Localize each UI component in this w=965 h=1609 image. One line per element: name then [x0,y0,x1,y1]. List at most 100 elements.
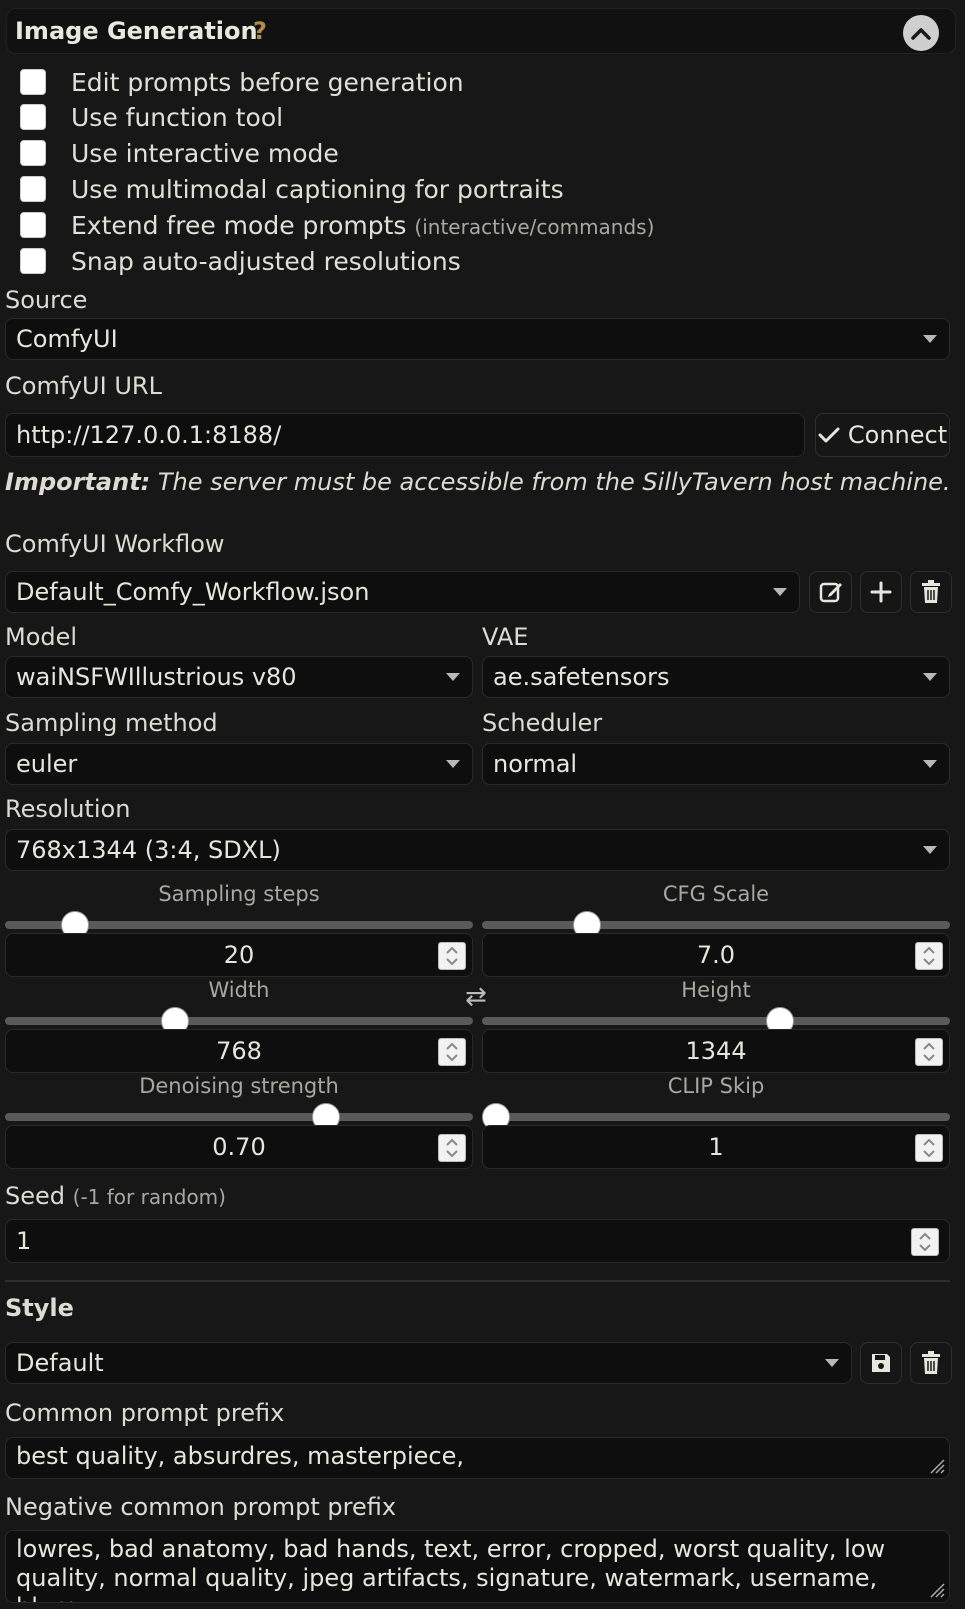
denoise-label: Denoising strength [139,1074,339,1098]
function-tool-checkbox[interactable] [20,104,46,130]
checkbox-row-multimodal[interactable]: Use multimodal captioning for portraits [20,172,564,206]
checkbox-label: Edit prompts before generation [71,67,464,97]
chevron-up-icon[interactable] [903,15,939,51]
clip-label: CLIP Skip [667,1074,765,1098]
negative-value: lowres, bad anatomy, bad hands, text, er… [16,1535,886,1602]
snap-resolutions-checkbox[interactable] [20,248,46,274]
vae-select[interactable]: ae.safetensors [482,656,950,698]
checkbox-label: Use interactive mode [71,138,339,168]
sampler-label: Sampling method [5,709,218,737]
model-value: waiNSFWIllustrious v80 [16,663,297,691]
delete-workflow-button[interactable] [910,571,952,613]
checkbox-label: Use function tool [71,102,284,132]
help-icon[interactable]: ? [253,17,267,45]
style-heading: Style [5,1294,74,1322]
steps-value: 20 [223,941,255,969]
connect-label: Connect [847,421,948,449]
resolution-select[interactable]: 768x1344 (3:4, SDXL) [5,829,950,871]
model-select[interactable]: waiNSFWIllustrious v80 [5,656,473,698]
spinner-icon[interactable] [438,942,466,970]
checkbox-row-snap-resolutions[interactable]: Snap auto-adjusted resolutions [20,244,461,278]
plus-icon [870,581,892,603]
chevron-down-icon [923,846,937,854]
chevron-down-icon [773,588,787,596]
steps-input[interactable]: 20 [5,933,473,977]
chevron-down-icon [825,1359,839,1367]
check-icon [818,427,840,443]
resize-handle-icon[interactable] [927,1580,945,1598]
checkbox-hint: (interactive/commands) [414,214,655,239]
sampler-value: euler [16,750,78,778]
checkbox-row-extend-free-mode[interactable]: Extend free mode prompts (interactive/co… [20,208,654,242]
spinner-icon[interactable] [915,942,943,970]
chevron-down-icon [446,760,460,768]
style-select[interactable]: Default [5,1342,852,1384]
edit-workflow-button[interactable] [809,571,852,613]
width-slider[interactable] [5,1017,473,1025]
checkbox-row-edit-prompts[interactable]: Edit prompts before generation [20,65,464,99]
spinner-icon[interactable] [438,1134,466,1162]
prefix-label: Common prompt prefix [5,1399,285,1427]
section-header[interactable]: Image Generation ? [6,8,956,54]
chevron-down-icon [923,335,937,343]
workflow-label: ComfyUI Workflow [5,530,225,558]
url-input[interactable]: http://127.0.0.1:8188/ [5,413,805,457]
spinner-icon[interactable] [438,1038,466,1066]
spinner-icon[interactable] [911,1228,939,1256]
server-note: Important: The server must be accessible… [5,468,951,496]
vae-label: VAE [482,623,529,651]
url-value: http://127.0.0.1:8188/ [16,421,282,449]
checkbox-label: Use multimodal captioning for portraits [71,174,564,204]
workflow-select[interactable]: Default_Comfy_Workflow.json [5,571,800,613]
checkbox-row-function-tool[interactable]: Use function tool [20,100,283,134]
negative-textarea[interactable]: lowres, bad anatomy, bad hands, text, er… [5,1530,950,1603]
edit-icon [819,582,842,603]
source-select[interactable]: ComfyUI [5,318,950,360]
extend-free-mode-checkbox[interactable] [20,212,46,238]
checkbox-label: Snap auto-adjusted resolutions [71,246,461,276]
denoise-input[interactable]: 0.70 [5,1125,473,1169]
divider [5,1280,950,1282]
save-style-button[interactable] [860,1342,902,1384]
resize-handle-icon[interactable] [927,1456,945,1474]
height-slider[interactable] [482,1017,950,1025]
height-value: 1344 [685,1037,747,1065]
seed-hint: (-1 for random) [72,1185,226,1209]
clip-slider[interactable] [482,1113,950,1121]
multimodal-captioning-checkbox[interactable] [20,176,46,202]
resolution-value: 768x1344 (3:4, SDXL) [16,836,281,864]
note-text: The server must be accessible from the S… [150,468,951,496]
clip-input[interactable]: 1 [482,1125,950,1169]
source-label: Source [5,286,88,314]
trash-icon [922,580,940,603]
add-workflow-button[interactable] [860,571,902,613]
scheduler-value: normal [493,750,578,778]
resolution-label: Resolution [5,795,131,823]
width-input[interactable]: 768 [5,1029,473,1073]
trash-icon [922,1351,940,1374]
source-value: ComfyUI [16,325,118,353]
style-value: Default [16,1349,104,1377]
sampler-select[interactable]: euler [5,743,473,785]
checkbox-row-interactive-mode[interactable]: Use interactive mode [20,136,339,170]
spinner-icon[interactable] [915,1038,943,1066]
url-label: ComfyUI URL [5,372,162,400]
chevron-down-icon [923,673,937,681]
interactive-mode-checkbox[interactable] [20,140,46,166]
prefix-textarea[interactable]: best quality, absurdres, masterpiece, [5,1437,950,1479]
scheduler-select[interactable]: normal [482,743,950,785]
seed-input[interactable]: 1 [5,1219,950,1263]
steps-label: Sampling steps [158,882,320,906]
denoise-slider[interactable] [5,1113,473,1121]
cfg-input[interactable]: 7.0 [482,933,950,977]
edit-prompts-checkbox[interactable] [20,69,46,95]
height-input[interactable]: 1344 [482,1029,950,1073]
delete-style-button[interactable] [910,1342,952,1384]
spinner-icon[interactable] [915,1134,943,1162]
denoise-value: 0.70 [212,1133,266,1161]
connect-button[interactable]: Connect [815,413,950,457]
cfg-slider[interactable] [482,921,950,929]
scheduler-label: Scheduler [482,709,603,737]
model-label: Model [5,623,78,651]
width-label: Width [208,978,270,1002]
